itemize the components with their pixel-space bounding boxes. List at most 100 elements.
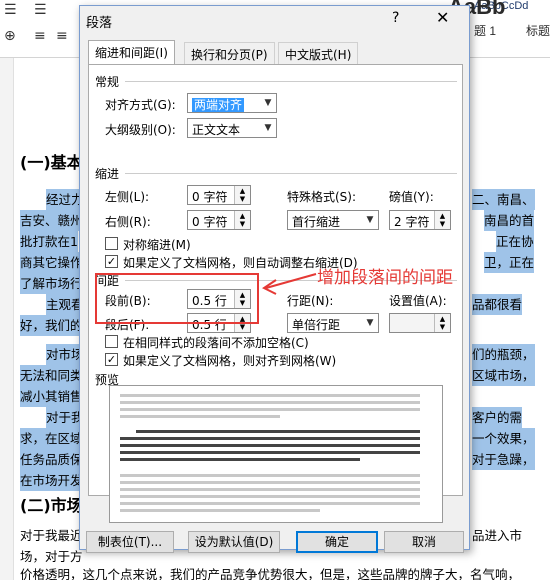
spin-arrows-icon[interactable]: ▲ ▼ (234, 186, 250, 204)
doc-line: 减小其销售 (20, 386, 83, 407)
doc-line-right: 们的瓶颈， (472, 344, 535, 365)
doc-line: 商其它操作 (20, 252, 83, 273)
annotation-arrow-icon (262, 273, 317, 295)
align-center-icon[interactable]: ≡ (56, 28, 68, 44)
preview-line (120, 488, 420, 491)
help-button[interactable]: ? (392, 10, 399, 26)
snap-to-grid-label: 如果定义了文档网格，则对齐到网格(W) (123, 354, 337, 368)
auto-adjust-indent-checkbox[interactable]: ✓ (105, 255, 118, 268)
doc-line-right: 客户的需 (472, 407, 523, 428)
doc-line: 对于我最近 (20, 528, 83, 543)
doc-line-right: 南昌的首 (484, 210, 535, 231)
paragraph-preview (109, 385, 443, 523)
preview-line (136, 430, 420, 433)
outline-level-select[interactable]: 正文文本 ▼ (187, 118, 277, 138)
special-indent-label: 特殊格式(S): (287, 190, 357, 204)
tab-asian-typography[interactable]: 中文版式(H) (278, 42, 359, 64)
numbering-icon[interactable]: ☰ (34, 2, 47, 18)
annotation-text: 增加段落间的间距 (317, 268, 453, 288)
preview-line (120, 474, 420, 477)
preview-line (120, 495, 420, 498)
alignment-label: 对齐方式(G): (105, 98, 176, 112)
align-left-icon[interactable]: ≡ (34, 28, 46, 44)
close-icon[interactable]: ✕ (436, 8, 449, 27)
doc-line-right: 正在协 (496, 231, 534, 252)
doc-line: 主观看 (46, 294, 84, 315)
doc-line: 求，在区域 (20, 428, 83, 449)
annotation-highlight-box (95, 273, 259, 324)
style-label-heading1: 题 1 (474, 24, 497, 38)
spin-arrows-icon[interactable]: ▲ ▼ (434, 314, 450, 332)
line-spacing-select[interactable]: 单倍行距 ▼ (287, 313, 379, 333)
ok-button[interactable]: 确定 (296, 531, 378, 553)
doc-line-right: 一个效果， (472, 428, 535, 449)
doc-line: 无法和同类 (20, 365, 83, 386)
no-space-same-style-checkbox[interactable] (105, 335, 118, 348)
doc-line-right: 二、南昌、 (472, 189, 535, 210)
chevron-down-icon: ▼ (264, 98, 272, 108)
document-ruler (0, 58, 14, 580)
section-general: 常规 (95, 75, 120, 89)
right-indent-label: 右侧(R): (105, 215, 151, 229)
tabs-button[interactable]: 制表位(T)... (86, 531, 174, 553)
doc-line: 经过力 (46, 189, 84, 210)
dialog-title: 段落 (86, 16, 113, 31)
doc-line: 价格透明，这几个点来说，我们的产品竞争优势很大，但是，这些品牌的牌子大，名气响， (20, 567, 521, 580)
preview-line (120, 437, 420, 440)
chevron-down-icon: ▼ (366, 318, 374, 328)
spin-arrows-icon[interactable]: ▲ ▼ (434, 211, 450, 229)
indent-by-spinner[interactable]: 2 字符 ▲ ▼ (389, 210, 451, 230)
outline-level-label: 大纲级别(O): (105, 123, 176, 137)
doc-line: 批打款在1 (20, 231, 78, 252)
spacing-at-spinner[interactable]: ▲ ▼ (389, 313, 451, 333)
doc-line-right: 区域市场， (472, 365, 535, 386)
doc-line: 对于我 (46, 407, 84, 428)
right-indent-spinner[interactable]: 0 字符 ▲ ▼ (187, 210, 251, 230)
left-indent-spinner[interactable]: 0 字符 ▲ ▼ (187, 185, 251, 205)
preview-line (120, 458, 360, 461)
style-label-heading: 标题 (526, 24, 550, 38)
no-space-same-style-label: 在相同样式的段落间不添加空格(C) (123, 336, 309, 350)
spacing-at-label: 设置值(A): (389, 294, 447, 308)
tab-indent-spacing[interactable]: 缩进和间距(I) (88, 40, 175, 65)
tab-line-page-breaks[interactable]: 换行和分页(P) (184, 42, 275, 64)
snap-to-grid-checkbox[interactable]: ✓ (105, 353, 118, 366)
preview-line (120, 394, 420, 397)
doc-line: 好，我们的 (20, 315, 83, 336)
section-indentation: 缩进 (95, 167, 120, 181)
preview-line (120, 451, 420, 454)
doc-line: 任务品质保 (20, 449, 83, 470)
expand-icon[interactable]: ⊕ (4, 28, 16, 44)
set-default-button[interactable]: 设为默认值(D) (188, 531, 280, 553)
divider (125, 173, 457, 174)
doc-line-right: 卫，正在 (484, 252, 535, 273)
preview-line (120, 444, 420, 447)
preview-line (120, 401, 420, 404)
divider (125, 81, 457, 82)
mirror-indent-checkbox[interactable] (105, 237, 118, 250)
special-indent-select[interactable]: 首行缩进 ▼ (287, 210, 379, 230)
preview-line (120, 415, 280, 418)
doc-line: 了解市场行 (20, 273, 83, 294)
preview-line (120, 502, 420, 505)
spin-arrows-icon[interactable]: ▲ ▼ (234, 211, 250, 229)
heading-market: (二)市场 (20, 496, 83, 515)
indent-by-label: 磅值(Y): (389, 190, 434, 204)
doc-line: 在市场开发 (20, 470, 83, 491)
mirror-indent-label: 对称缩进(M) (123, 238, 191, 252)
chevron-down-icon: ▼ (264, 123, 272, 133)
doc-line-right: 对于急躁， (472, 449, 535, 470)
heading-basic: (一)基本 (20, 153, 83, 172)
doc-line-right: 品进入市 (472, 528, 523, 543)
bullets-icon[interactable]: ☰ (4, 2, 17, 18)
preview-line (120, 481, 420, 484)
chevron-down-icon: ▼ (366, 215, 374, 225)
doc-line: 对市场 (46, 344, 84, 365)
left-indent-label: 左侧(L): (105, 190, 150, 204)
doc-line: 吉安、赣州 (20, 210, 83, 231)
doc-line-right: 品都很看 (472, 294, 523, 315)
preview-line (120, 509, 320, 512)
alignment-select[interactable]: 两端对齐 ▼ (187, 93, 277, 113)
cancel-button[interactable]: 取消 (384, 531, 464, 553)
preview-line (120, 408, 420, 411)
